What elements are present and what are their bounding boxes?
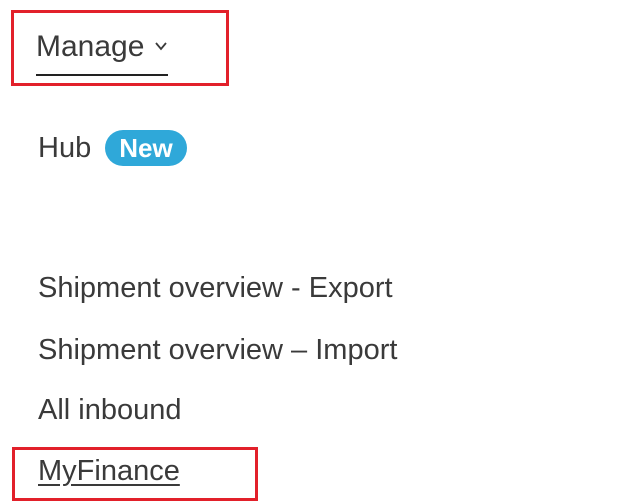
chevron-down-icon xyxy=(154,39,168,53)
manage-menu-button[interactable]: Manage xyxy=(36,28,169,76)
menu-item-all-inbound[interactable]: All inbound xyxy=(38,392,182,428)
menu-item-shipment-export[interactable]: Shipment overview - Export xyxy=(38,270,393,306)
new-badge: New xyxy=(105,130,187,166)
menu-item-hub[interactable]: Hub New xyxy=(38,130,187,166)
hub-label: Hub xyxy=(38,132,92,164)
menu-item-shipment-import[interactable]: Shipment overview – Import xyxy=(38,332,397,368)
manage-label: Manage xyxy=(36,30,145,63)
menu-item-myfinance[interactable]: MyFinance xyxy=(38,453,180,489)
